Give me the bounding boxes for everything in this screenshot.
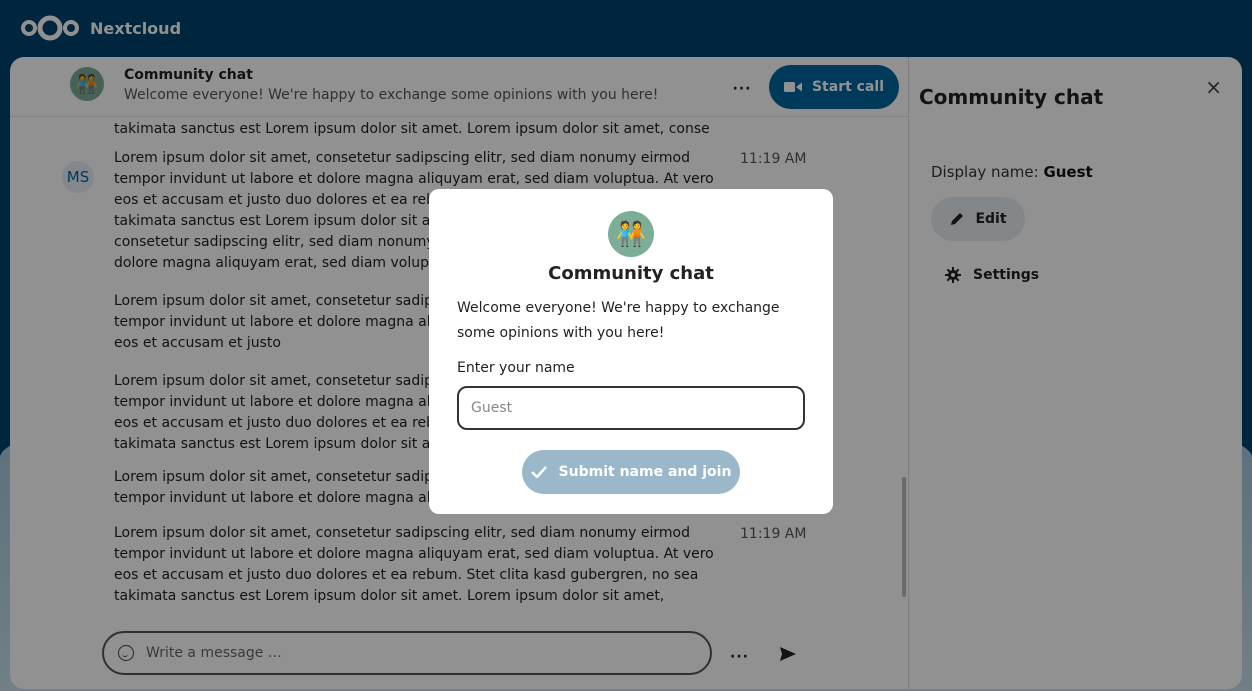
- guest-name-dialog: 🧑‍🤝‍🧑 Community chat Welcome everyone! W…: [429, 189, 833, 514]
- name-field-label: Enter your name: [457, 360, 575, 376]
- submit-name-button[interactable]: Submit name and join: [522, 450, 740, 494]
- guest-name-input[interactable]: [457, 386, 805, 430]
- dialog-description: Welcome everyone! We're happy to exchang…: [457, 300, 780, 341]
- submit-name-label: Submit name and join: [558, 464, 732, 480]
- dialog-avatar: 🧑‍🤝‍🧑: [608, 211, 654, 257]
- checkmark-icon: [530, 466, 547, 478]
- dialog-title: Community chat: [548, 263, 714, 284]
- dialog-avatar-wrap: 🧑‍🤝‍🧑: [457, 211, 805, 257]
